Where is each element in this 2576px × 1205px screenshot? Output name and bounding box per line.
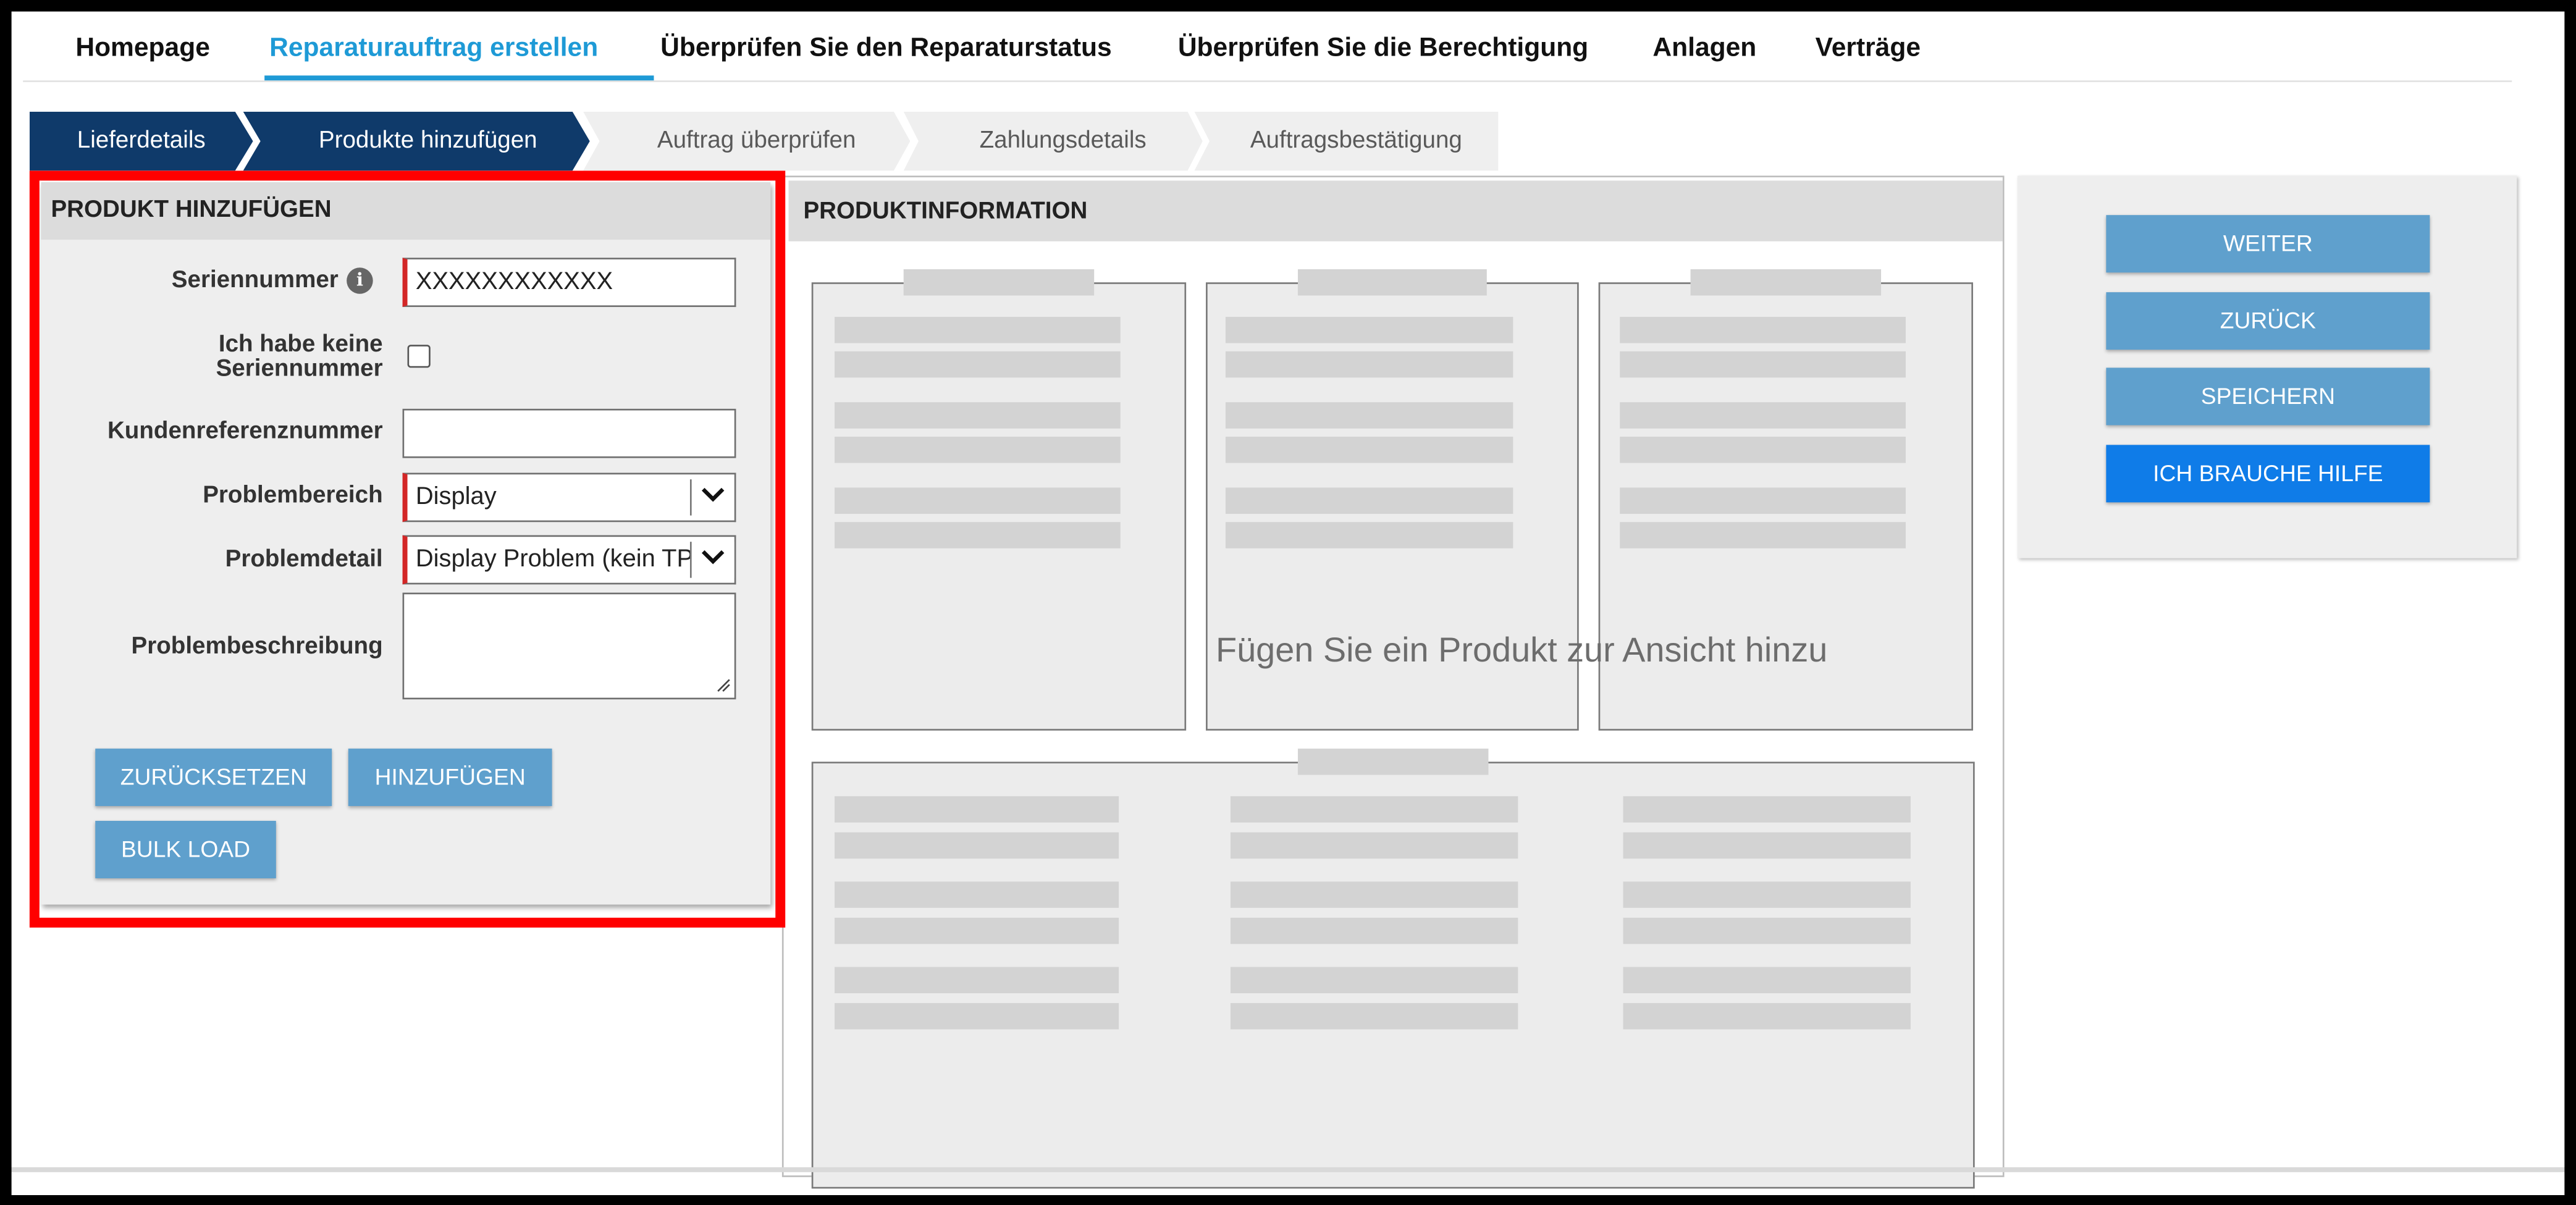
placeholder-bar	[834, 917, 1119, 944]
customer-reference-label: Kundenreferenznummer	[107, 418, 383, 445]
placeholder-bar	[1620, 437, 1906, 463]
placeholder-bar	[1225, 351, 1513, 378]
chevron-down-icon[interactable]	[689, 542, 734, 578]
serial-number-label: Seriennummer	[171, 267, 339, 294]
bulk-load-button[interactable]: BULK LOAD	[95, 821, 276, 879]
tab-create-repair-order[interactable]: Reparaturauftrag erstellen	[269, 35, 598, 64]
placeholder-bar	[1623, 881, 1911, 908]
placeholder-bar	[1225, 437, 1513, 463]
tab-check-repair-status[interactable]: Überprüfen Sie den Reparaturstatus	[660, 35, 1112, 64]
step-label: Produkte hinzufügen	[318, 128, 537, 154]
placeholder-bar	[1620, 522, 1906, 548]
step-order-confirmation[interactable]: Auftragsbestätigung	[1194, 111, 1499, 171]
save-button[interactable]: SPEICHERN	[2106, 367, 2430, 426]
product-information-header: PRODUKTINFORMATION	[788, 180, 2003, 241]
placeholder-bar	[1297, 749, 1489, 775]
panel-title: PRODUKTINFORMATION	[803, 198, 1088, 225]
placeholder-bar	[1623, 832, 1911, 859]
problem-area-value: Display	[415, 482, 497, 511]
placeholder-bar	[1620, 317, 1906, 343]
problem-detail-select[interactable]: Display Problem (kein TP	[402, 535, 736, 585]
problem-area-label: Problembereich	[203, 482, 383, 509]
placeholder-bar	[834, 522, 1121, 548]
placeholder-bar	[834, 1003, 1119, 1030]
placeholder-bar	[834, 437, 1121, 463]
no-serial-line-2: Seriennummer	[216, 356, 383, 383]
step-add-products[interactable]: Produkte hinzufügen	[243, 111, 590, 171]
step-label: Auftrag überprüfen	[657, 128, 856, 154]
repair-order-page: Homepage Reparaturauftrag erstellen Über…	[0, 0, 2576, 1205]
placeholder-bar	[834, 796, 1119, 823]
panel-title: PRODUKT HINZUFÜGEN	[51, 196, 332, 224]
no-serial-number-label: Ich habe keine Seriennummer	[99, 331, 383, 383]
step-payment-details[interactable]: Zahlungsdetails	[903, 111, 1203, 171]
no-serial-line-1: Ich habe keine	[218, 331, 383, 358]
placeholder-bar	[1690, 269, 1882, 296]
placeholder-bar	[1230, 832, 1518, 859]
step-review-order[interactable]: Auftrag überprüfen	[583, 111, 911, 171]
active-tab-underline	[264, 75, 654, 81]
step-delivery-details[interactable]: Lieferdetails	[29, 111, 253, 171]
placeholder-bar	[1230, 796, 1518, 823]
placeholder-bar	[1230, 881, 1518, 908]
placeholder-bar	[1225, 487, 1513, 514]
placeholder-bar	[834, 317, 1121, 343]
next-button[interactable]: WEITER	[2106, 215, 2430, 273]
placeholder-bar	[903, 269, 1095, 296]
problem-detail-value: Display Problem (kein TP	[415, 545, 694, 573]
serial-number-input[interactable]: XXXXXXXXXXXX	[402, 258, 736, 308]
customer-reference-input[interactable]	[402, 408, 736, 458]
tab-assets[interactable]: Anlagen	[1652, 35, 1756, 64]
problem-area-select[interactable]: Display	[402, 472, 736, 523]
placeholder-bar	[1297, 269, 1487, 296]
placeholder-bar	[1230, 967, 1518, 994]
placeholder-bar	[1230, 917, 1518, 944]
placeholder-bar	[1620, 402, 1906, 429]
placeholder-bar	[834, 402, 1121, 429]
info-icon[interactable]: i	[347, 267, 373, 294]
placeholder-bar	[834, 832, 1119, 859]
placeholder-bar	[834, 487, 1121, 514]
step-label: Auftragsbestätigung	[1250, 128, 1462, 154]
tab-homepage[interactable]: Homepage	[75, 35, 210, 64]
tab-contracts[interactable]: Verträge	[1816, 35, 1921, 64]
footer-divider	[11, 1167, 2565, 1172]
back-button[interactable]: ZURÜCK	[2106, 292, 2430, 350]
reset-button[interactable]: ZURÜCKSETZEN	[95, 749, 332, 807]
problem-description-textarea[interactable]	[402, 592, 736, 700]
placeholder-bar	[1230, 1003, 1518, 1030]
tab-check-eligibility[interactable]: Überprüfen Sie die Berechtigung	[1178, 35, 1588, 64]
placeholder-bar	[1620, 351, 1906, 378]
placeholder-bar	[1620, 487, 1906, 514]
add-button[interactable]: HINZUFÜGEN	[348, 749, 552, 807]
placeholder-bar	[1225, 402, 1513, 429]
empty-state-message: Fügen Sie ein Produkt zur Ansicht hinzu	[1215, 632, 1828, 670]
placeholder-bar	[1623, 796, 1911, 823]
resize-handle-icon[interactable]	[715, 676, 731, 693]
placeholder-bar	[1623, 1003, 1911, 1030]
add-product-header: PRODUKT HINZUFÜGEN	[41, 182, 771, 240]
step-label: Lieferdetails	[77, 128, 206, 154]
placeholder-bar	[1225, 522, 1513, 548]
step-label: Zahlungsdetails	[979, 128, 1147, 154]
placeholder-bar	[1623, 917, 1911, 944]
placeholder-bar	[834, 967, 1119, 994]
problem-description-label: Problembeschreibung	[131, 634, 383, 660]
help-button[interactable]: ICH BRAUCHE HILFE	[2106, 445, 2430, 503]
placeholder-bar	[1623, 967, 1911, 994]
problem-detail-label: Problemdetail	[225, 547, 383, 573]
no-serial-number-checkbox[interactable]	[407, 345, 431, 368]
chevron-down-icon[interactable]	[689, 479, 734, 516]
placeholder-bar	[1225, 317, 1513, 343]
placeholder-bar	[834, 881, 1119, 908]
placeholder-bar	[834, 351, 1121, 378]
top-navigation: Homepage Reparaturauftrag erstellen Über…	[23, 20, 2512, 82]
